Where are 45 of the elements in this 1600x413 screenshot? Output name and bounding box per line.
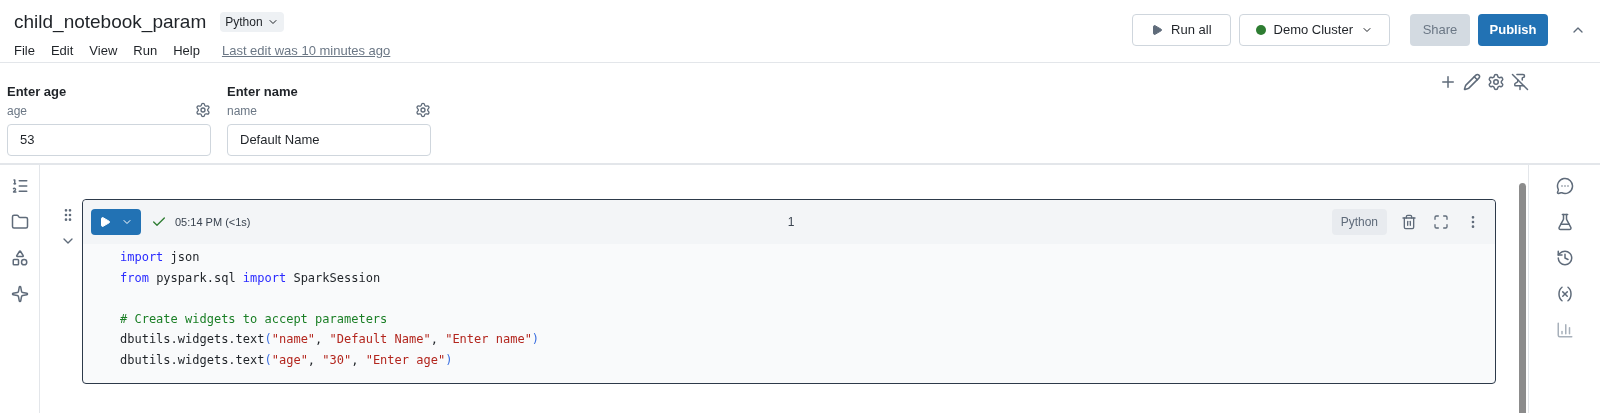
language-dropdown[interactable]: Python (220, 12, 284, 33)
language-badge[interactable]: Python (1331, 209, 1387, 235)
menu-item[interactable]: Run (133, 40, 158, 60)
expand-icon[interactable] (1433, 214, 1449, 230)
shapes-icon[interactable] (10, 249, 29, 267)
settings-icon[interactable] (1487, 73, 1505, 91)
code-line: # Create widgets to accept parameters (120, 311, 388, 326)
table-of-contents-icon[interactable] (10, 177, 29, 195)
widget-label: Enter name (227, 83, 298, 101)
widget-label: Enter age (7, 83, 67, 101)
input-field[interactable]: Default Name (227, 123, 431, 156)
widget-name: name (227, 102, 259, 120)
folder-icon[interactable] (10, 213, 29, 231)
settings-icon[interactable] (195, 101, 211, 118)
run-all-button[interactable]: Run all (1132, 14, 1231, 46)
settings-icon[interactable] (415, 101, 431, 118)
add-icon[interactable] (1439, 73, 1457, 91)
menu-item[interactable]: Edit (50, 40, 74, 60)
publish-button[interactable]: Publish (1478, 14, 1548, 46)
history-icon[interactable] (1555, 249, 1574, 267)
delete-icon[interactable] (1401, 214, 1417, 230)
menu-item[interactable]: File (14, 40, 35, 60)
input-field[interactable]: 53 (7, 123, 211, 156)
sparkle-icon[interactable] (10, 285, 29, 303)
notebook-title: child_notebook_param (14, 10, 207, 35)
menu-item[interactable]: Help (173, 40, 200, 60)
last-edit-link[interactable]: Last edit was 10 minutes ago (221, 40, 391, 60)
run-cell-button[interactable] (91, 209, 141, 235)
edit-icon[interactable] (1463, 73, 1481, 91)
play-icon (99, 216, 111, 228)
flask-icon[interactable] (1555, 213, 1574, 231)
cluster-dropdown[interactable]: Demo Cluster (1238, 14, 1390, 46)
menu-item[interactable]: View (89, 40, 118, 60)
play-icon (1151, 24, 1164, 36)
code-line: from pyspark.sql import SparkSession (120, 270, 381, 285)
unpin-icon[interactable] (1511, 73, 1529, 91)
scrollbar[interactable] (1518, 183, 1526, 413)
cell-number: 1 (787, 214, 795, 231)
run-status: 05:14 PM (<1s) (175, 214, 251, 230)
comment-icon[interactable] (1555, 177, 1574, 195)
code-line: dbutils.widgets.text("name", "Default Name", "Enter name") (120, 332, 540, 346)
widget-name: age (7, 102, 29, 120)
code-line: import json (120, 250, 200, 264)
code-line: dbutils.widgets.text("age", "30", "Enter age") (120, 352, 453, 367)
variables-icon[interactable] (1555, 285, 1574, 303)
